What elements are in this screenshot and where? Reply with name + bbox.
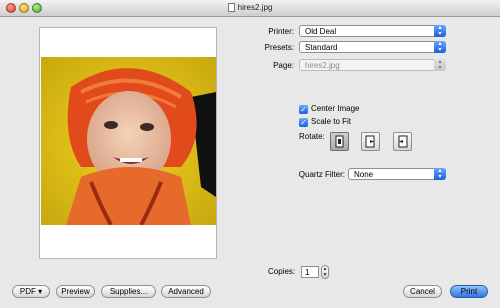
- page-value: hires2.jpg: [305, 61, 340, 70]
- popup-arrows-icon: ▴ ▾: [434, 25, 446, 37]
- preview-button[interactable]: Preview: [56, 285, 95, 298]
- stepper-icon: ▲ ▼: [322, 266, 328, 278]
- presets-label: Presets:: [264, 43, 294, 52]
- window-title: hires2.jpg: [0, 3, 500, 12]
- quartz-filter-value: None: [354, 170, 374, 179]
- rotate-portrait-icon: [335, 135, 344, 148]
- page-label: Page:: [273, 61, 294, 70]
- print-button[interactable]: Print: [450, 285, 488, 298]
- rotate-portrait-button[interactable]: [330, 132, 349, 151]
- titlebar: hires2.jpg: [0, 0, 500, 17]
- copies-field[interactable]: 1: [301, 266, 319, 278]
- popup-arrows-icon: ▴ ▾: [434, 41, 446, 53]
- cancel-button[interactable]: Cancel: [403, 285, 442, 298]
- scale-to-fit-checkbox[interactable]: ✓ Scale to Fit: [299, 117, 351, 127]
- rotate-right-icon: [398, 135, 408, 148]
- popup-arrows-icon: ▴ ▾: [434, 168, 446, 180]
- print-dialog-window: hires2.jpg Printer: Old Deal ▴ ▾ Presets…: [0, 0, 500, 308]
- supplies-button[interactable]: Supplies...: [101, 285, 156, 298]
- document-icon: [227, 3, 235, 12]
- quartz-filter-popup[interactable]: None ▴ ▾: [348, 168, 446, 180]
- pdf-menu-button[interactable]: PDF ▾: [12, 285, 50, 298]
- popup-arrows-icon: ▴ ▾: [434, 59, 446, 71]
- quartz-filter-label: Quartz Filter:: [298, 170, 345, 179]
- page-popup: hires2.jpg ▴ ▾: [299, 59, 446, 71]
- presets-popup[interactable]: Standard ▴ ▾: [299, 41, 446, 53]
- scale-to-fit-label: Scale to Fit: [311, 117, 352, 126]
- copies-label: Copies:: [268, 267, 296, 276]
- printer-value: Old Deal: [305, 27, 337, 36]
- printer-label: Printer:: [268, 27, 294, 36]
- center-image-label: Center Image: [311, 104, 360, 113]
- copies-stepper[interactable]: ▲ ▼: [321, 265, 329, 279]
- checkbox-checked-icon: ✓: [299, 118, 308, 127]
- preview-photo: [41, 57, 216, 225]
- advanced-button[interactable]: Advanced: [161, 285, 211, 298]
- rotate-left-button[interactable]: [361, 132, 380, 151]
- printer-popup[interactable]: Old Deal ▴ ▾: [299, 25, 446, 37]
- rotate-label: Rotate:: [299, 132, 325, 141]
- presets-value: Standard: [305, 43, 338, 52]
- center-image-checkbox[interactable]: ✓ Center Image: [299, 104, 359, 114]
- checkbox-checked-icon: ✓: [299, 105, 308, 114]
- window-title-text: hires2.jpg: [237, 3, 273, 12]
- rotate-left-icon: [365, 135, 375, 148]
- rotate-right-button[interactable]: [393, 132, 412, 151]
